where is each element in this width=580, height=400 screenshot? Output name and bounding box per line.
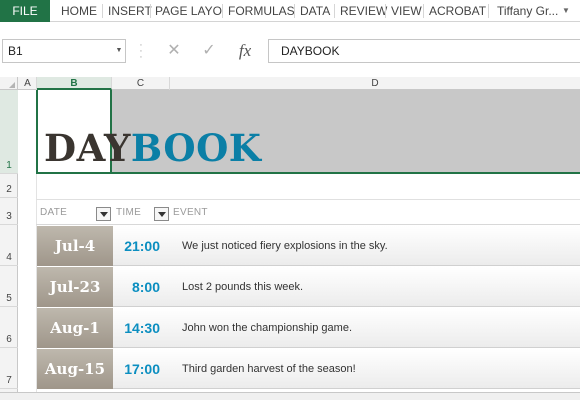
- row-header-5[interactable]: 5: [0, 266, 18, 307]
- tab-view[interactable]: VIEW: [391, 0, 422, 22]
- page-title: DAYBOOK: [44, 126, 261, 170]
- chevron-down-icon[interactable]: ▼: [112, 40, 126, 62]
- row-header-4[interactable]: 4: [0, 225, 18, 266]
- tab-separator: [102, 4, 103, 18]
- sheet-tab-bar: [0, 392, 580, 400]
- column-header-d[interactable]: D: [170, 77, 580, 90]
- event-cell[interactable]: We just noticed fiery explosions in the …: [182, 226, 388, 266]
- select-all-icon: [9, 82, 15, 88]
- header-time: TIME: [116, 207, 142, 218]
- time-cell[interactable]: 8:00: [113, 267, 160, 307]
- banner-divider: [36, 172, 580, 174]
- table-row[interactable]: Aug-1 14:30 John won the championship ga…: [37, 308, 580, 348]
- cancel-icon[interactable]: ✕: [163, 40, 185, 62]
- row-header-6[interactable]: 6: [0, 307, 18, 348]
- date-filter-button[interactable]: [96, 207, 111, 221]
- column-header-c[interactable]: C: [112, 77, 170, 90]
- tab-review[interactable]: REVIEW: [340, 0, 387, 22]
- tab-file[interactable]: FILE: [0, 0, 50, 22]
- title-day: DAY: [44, 126, 131, 170]
- chevron-down-icon[interactable]: ▼: [562, 0, 570, 22]
- tab-home[interactable]: HOME: [61, 0, 97, 22]
- tab-separator: [150, 4, 151, 18]
- title-book: BOOK: [130, 126, 262, 170]
- date-cell[interactable]: Jul-23: [37, 267, 113, 307]
- date-cell[interactable]: Aug-15: [37, 349, 113, 389]
- event-cell[interactable]: Third garden harvest of the season!: [182, 349, 356, 389]
- column-header-b[interactable]: B: [37, 77, 112, 90]
- date-cell[interactable]: Aug-1: [37, 308, 113, 348]
- time-filter-button[interactable]: [154, 207, 169, 221]
- header-event: EVENT: [173, 207, 208, 218]
- ribbon-tab-bar: FILE HOME INSERT PAGE LAYO FORMULAS DATA…: [0, 0, 580, 22]
- event-cell[interactable]: Lost 2 pounds this week.: [182, 267, 303, 307]
- formula-input[interactable]: DAYBOOK: [268, 39, 580, 63]
- select-all-button[interactable]: [0, 77, 18, 90]
- tab-separator: [385, 4, 386, 18]
- event-cell[interactable]: John won the championship game.: [182, 308, 352, 348]
- row-header-column: 1 2 3 4 5 6 7: [0, 90, 18, 400]
- tab-separator: [294, 4, 295, 18]
- tab-data[interactable]: DATA: [300, 0, 330, 22]
- row-header-3[interactable]: 3: [0, 198, 18, 225]
- date-cell[interactable]: Jul-4: [37, 226, 113, 266]
- table-row[interactable]: Jul-4 21:00 We just noticed fiery explos…: [37, 226, 580, 266]
- table-top-border: [36, 199, 580, 200]
- tab-separator: [222, 4, 223, 18]
- enter-icon[interactable]: ✓: [198, 40, 220, 62]
- tab-insert[interactable]: INSERT: [108, 0, 152, 22]
- user-account[interactable]: Tiffany Gr...: [497, 0, 558, 22]
- name-box[interactable]: B1 ▼: [2, 39, 126, 63]
- table-header-border: [36, 224, 580, 225]
- row-header-1[interactable]: 1: [0, 90, 18, 174]
- tab-acrobat[interactable]: ACROBAT: [429, 0, 486, 22]
- drag-handle-icon[interactable]: · · ·: [137, 40, 145, 63]
- row-header-7[interactable]: 7: [0, 348, 18, 389]
- time-cell[interactable]: 17:00: [113, 349, 160, 389]
- table-row[interactable]: Jul-23 8:00 Lost 2 pounds this week.: [37, 267, 580, 307]
- row-header-2[interactable]: 2: [0, 174, 18, 198]
- column-header-a[interactable]: A: [19, 77, 37, 90]
- time-cell[interactable]: 21:00: [113, 226, 160, 266]
- column-header-row: A B C D: [0, 77, 580, 90]
- insert-function-icon[interactable]: fx: [234, 40, 256, 62]
- tab-separator: [423, 4, 424, 18]
- tab-separator: [334, 4, 335, 18]
- tab-page-layout[interactable]: PAGE LAYO: [155, 0, 222, 22]
- table-row[interactable]: Aug-15 17:00 Third garden harvest of the…: [37, 349, 580, 389]
- tab-separator: [488, 4, 489, 18]
- tab-formulas[interactable]: FORMULAS: [228, 0, 295, 22]
- name-box-value: B1: [8, 44, 23, 58]
- header-date: DATE: [40, 207, 68, 218]
- time-cell[interactable]: 14:30: [113, 308, 160, 348]
